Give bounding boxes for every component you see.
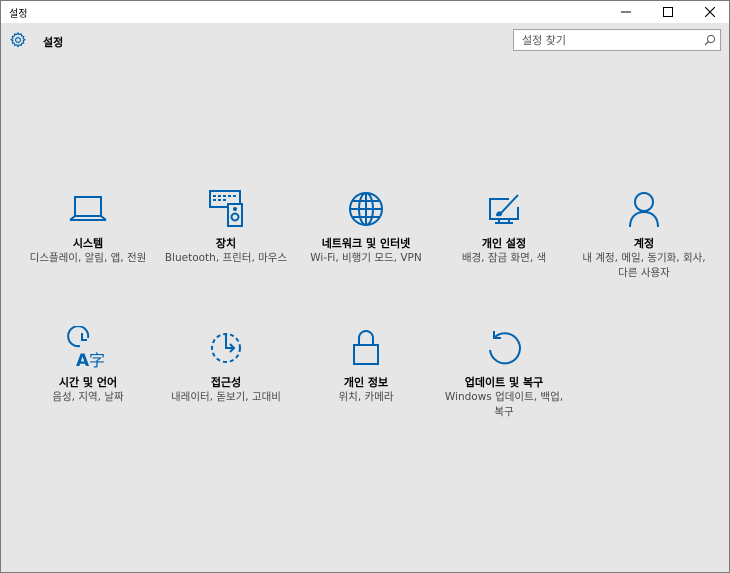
laptop-icon	[69, 196, 107, 221]
search-input[interactable]	[514, 30, 694, 50]
gear-icon	[10, 31, 26, 48]
tile-description: Wi-Fi, 비행기 모드, VPN	[310, 252, 422, 264]
tile-label: 업데이트 및 복구	[464, 376, 544, 389]
close-button[interactable]	[695, 1, 725, 23]
update-icon	[489, 331, 521, 365]
globe-icon	[349, 192, 383, 226]
tile-description: 내 계정, 메일, 동기화, 회사, 다른 사용자	[582, 252, 706, 279]
tile-description: 배경, 잠금 화면, 색	[461, 252, 547, 264]
ease-of-access-icon	[211, 333, 241, 363]
window-title: 설정	[9, 9, 28, 20]
tile-system[interactable]: 시스템 디스플레이, 알림, 앱, 전원	[20, 187, 156, 266]
tile-description: 음성, 지역, 날짜	[52, 391, 124, 403]
tile-description: Windows 업데이트, 백업, 복구	[444, 391, 564, 418]
personalization-icon	[489, 194, 519, 224]
header: 설정	[1, 23, 729, 59]
tile-label: 계정	[633, 237, 655, 250]
tile-description: 내레이터, 돋보기, 고대비	[171, 391, 281, 403]
time-language-icon: A 字	[67, 326, 105, 370]
tile-update-recovery[interactable]: 업데이트 및 복구 Windows 업데이트, 백업, 복구	[436, 326, 572, 420]
tile-time-language[interactable]: A 字 시간 및 언어 음성, 지역, 날짜	[20, 326, 156, 405]
svg-text:字: 字	[89, 351, 105, 370]
tile-privacy[interactable]: 개인 정보 위치, 카메라	[298, 326, 434, 405]
tile-label: 개인 정보	[343, 376, 389, 389]
tile-ease-of-access[interactable]: 접근성 내레이터, 돋보기, 고대비	[158, 326, 294, 405]
tile-description: 디스플레이, 알림, 앱, 전원	[29, 252, 147, 264]
tile-description: 위치, 카메라	[338, 391, 394, 403]
minimize-icon	[621, 11, 631, 13]
lock-icon	[353, 330, 379, 365]
devices-icon	[209, 190, 243, 227]
tile-personalization[interactable]: 개인 설정 배경, 잠금 화면, 색	[436, 187, 572, 266]
tile-label: 네트워크 및 인터넷	[321, 237, 411, 250]
svg-text:A: A	[76, 351, 90, 370]
tile-devices[interactable]: 장치 Bluetooth, 프린터, 마우스	[158, 187, 294, 266]
tile-label: 접근성	[210, 376, 242, 389]
tile-description: Bluetooth, 프린터, 마우스	[164, 252, 288, 264]
tile-label: 장치	[215, 237, 237, 250]
maximize-button[interactable]	[653, 1, 683, 23]
close-icon	[705, 7, 715, 17]
maximize-icon	[663, 7, 673, 17]
settings-window: 설정 설정 설정 찾기 시스템 디스플레이, 알림, 앱, 전원 장치 Blue…	[0, 0, 730, 573]
title-bar: 설정	[1, 1, 729, 23]
search-icon[interactable]	[704, 34, 716, 46]
tile-label: 개인 설정	[481, 237, 527, 250]
page-title: 설정	[43, 36, 64, 49]
tile-accounts[interactable]: 계정 내 계정, 메일, 동기화, 회사, 다른 사용자	[576, 187, 712, 281]
tile-label: 시스템	[72, 237, 104, 250]
tile-label: 시간 및 언어	[58, 376, 118, 389]
search-box[interactable]	[513, 29, 721, 51]
minimize-button[interactable]	[611, 1, 641, 23]
tile-network[interactable]: 네트워크 및 인터넷 Wi-Fi, 비행기 모드, VPN	[298, 187, 434, 266]
person-icon	[629, 192, 659, 228]
